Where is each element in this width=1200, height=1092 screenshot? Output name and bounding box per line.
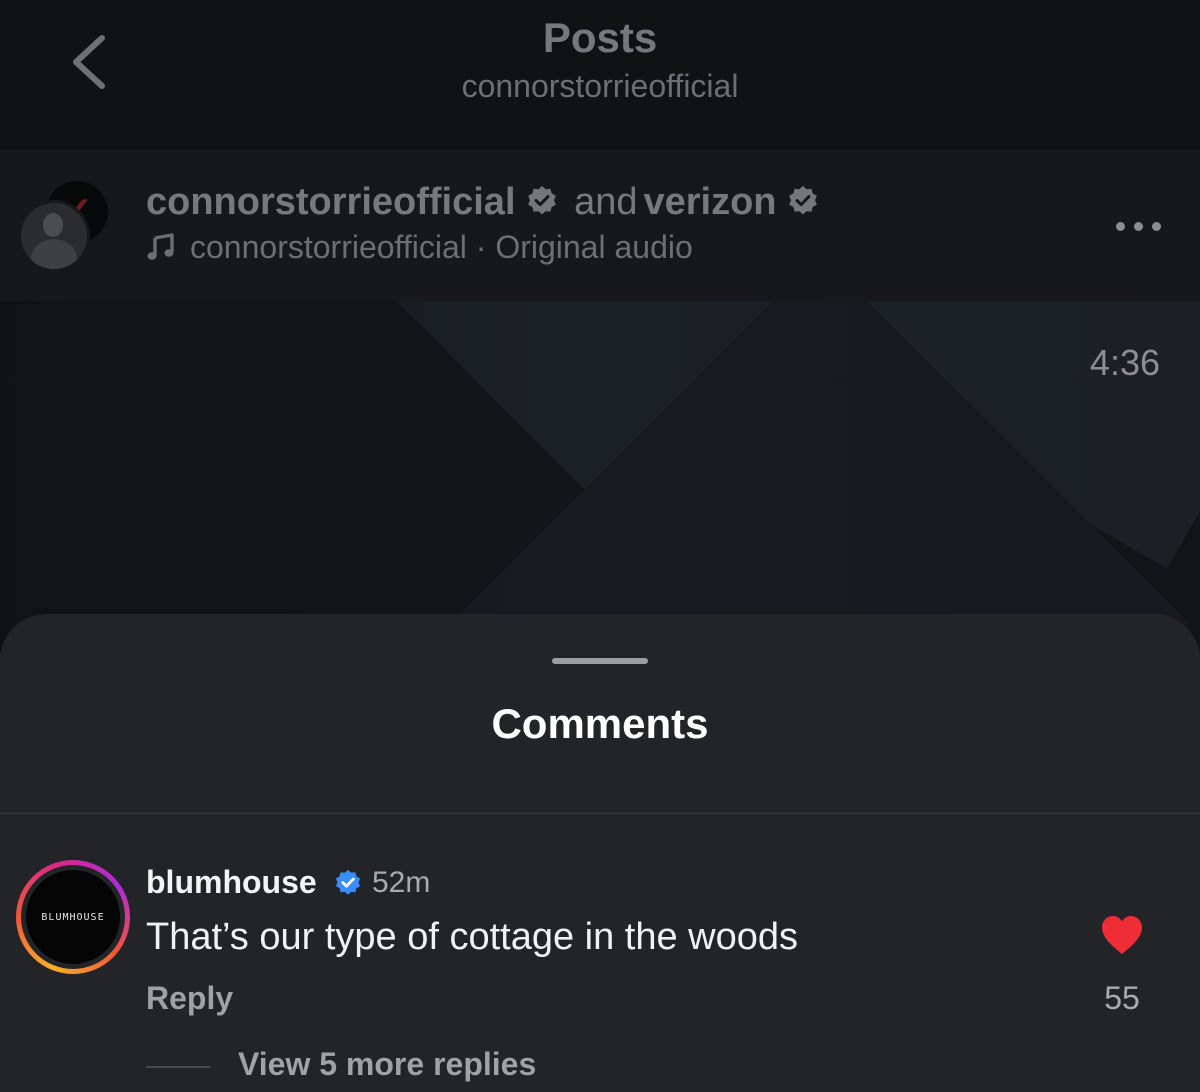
author-line: connorstorrieofficial and verizon — [146, 181, 819, 224]
view-more-replies-button[interactable]: View 5 more replies — [238, 1046, 536, 1083]
replies-connector-line — [146, 1066, 210, 1068]
audio-owner: connorstorrieofficial — [190, 229, 467, 265]
verified-badge-icon — [788, 186, 817, 215]
comments-title: Comments — [491, 700, 709, 747]
blumhouse-logo: BLUMHOUSE — [26, 870, 120, 964]
video-duration: 4:36 — [1089, 342, 1160, 383]
audio-label: Original audio — [495, 229, 693, 265]
more-options-icon[interactable] — [1116, 219, 1162, 233]
heart-icon[interactable] — [1099, 914, 1145, 956]
top-bar: Posts connorstorrieofficial — [0, 0, 1200, 150]
audio-separator: · — [475, 229, 487, 265]
reply-button[interactable]: Reply — [146, 980, 233, 1017]
comments-divider — [0, 813, 1200, 814]
page-subtitle[interactable]: connorstorrieofficial — [0, 68, 1200, 105]
comment-text: That’s our type of cottage in the woods — [146, 916, 799, 958]
music-note-icon — [147, 233, 174, 260]
comment-username[interactable]: blumhouse — [146, 864, 317, 901]
page-title: Posts — [542, 14, 658, 61]
comment-timestamp: 52m — [372, 866, 431, 899]
author-username[interactable]: connorstorrieofficial — [146, 181, 516, 223]
post-author-row: ✓ connorstorrieofficial andverizon conno… — [0, 151, 1200, 301]
verified-badge-icon — [335, 869, 361, 895]
and-text: and — [574, 181, 638, 223]
like-count: 55 — [1104, 980, 1140, 1016]
author-avatar[interactable] — [18, 200, 90, 272]
verified-badge-icon — [527, 186, 556, 215]
comments-sheet: Comments BLUMHOUSE blumhouse 52m That’s … — [0, 614, 1200, 1092]
audio-line[interactable]: connorstorrieofficial · Original audio — [146, 229, 693, 266]
sheet-drag-handle[interactable] — [552, 658, 648, 664]
commenter-avatar[interactable]: BLUMHOUSE — [16, 860, 130, 974]
collaborator-username[interactable]: verizon — [643, 181, 776, 223]
